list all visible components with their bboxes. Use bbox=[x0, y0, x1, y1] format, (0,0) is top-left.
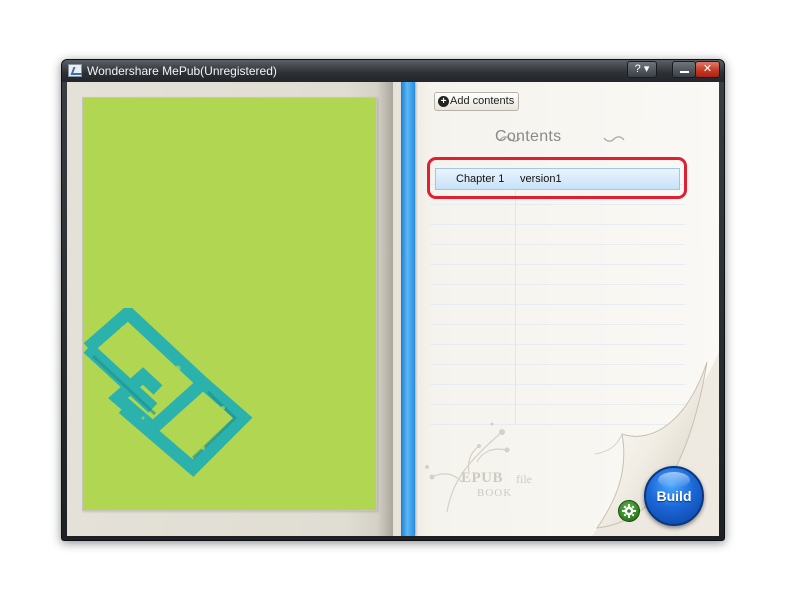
table-gridline bbox=[430, 284, 685, 285]
contents-heading: Contents bbox=[495, 128, 562, 145]
minimize-button[interactable] bbox=[672, 61, 696, 78]
settings-button[interactable] bbox=[618, 500, 640, 522]
add-contents-button[interactable]: + Add contents bbox=[434, 92, 520, 111]
highlight-annotation bbox=[427, 157, 687, 199]
watermark-book-text: BOOK bbox=[477, 487, 513, 499]
window-title: Wondershare MePub(Unregistered) bbox=[87, 64, 277, 78]
book-workspace: + Add contents Contents Chapter 1 versio… bbox=[67, 82, 719, 536]
help-button[interactable]: ? ▾ bbox=[627, 61, 657, 78]
build-label: Build bbox=[656, 488, 692, 504]
table-gridline bbox=[430, 324, 685, 325]
build-button[interactable]: Build bbox=[644, 466, 704, 526]
app-window: Wondershare MePub(Unregistered) ? ▾ ✕ + … bbox=[61, 59, 725, 541]
table-gridline bbox=[430, 264, 685, 265]
table-gridline bbox=[430, 244, 685, 245]
gear-icon bbox=[622, 504, 636, 518]
watermark-file-text: file bbox=[516, 472, 532, 486]
watermark-epub-text: EPUB bbox=[461, 470, 504, 486]
table-gridline bbox=[430, 204, 685, 205]
swirl-right-ornament bbox=[603, 136, 625, 142]
book-cover[interactable] bbox=[82, 97, 377, 511]
add-contents-label: Add contents bbox=[450, 95, 515, 107]
button-gloss bbox=[658, 472, 690, 488]
plus-circle-icon: + bbox=[438, 96, 449, 107]
title-bar[interactable]: Wondershare MePub(Unregistered) ? ▾ ✕ bbox=[62, 60, 724, 82]
table-column-divider bbox=[515, 184, 516, 424]
epub-logo-icon bbox=[83, 308, 253, 477]
left-page bbox=[67, 82, 393, 536]
table-gridline bbox=[430, 344, 685, 345]
table-gridline bbox=[430, 304, 685, 305]
table-gridline bbox=[430, 224, 685, 225]
app-icon bbox=[68, 64, 82, 77]
close-button[interactable]: ✕ bbox=[695, 61, 720, 78]
floral-watermark-icon bbox=[425, 422, 510, 513]
